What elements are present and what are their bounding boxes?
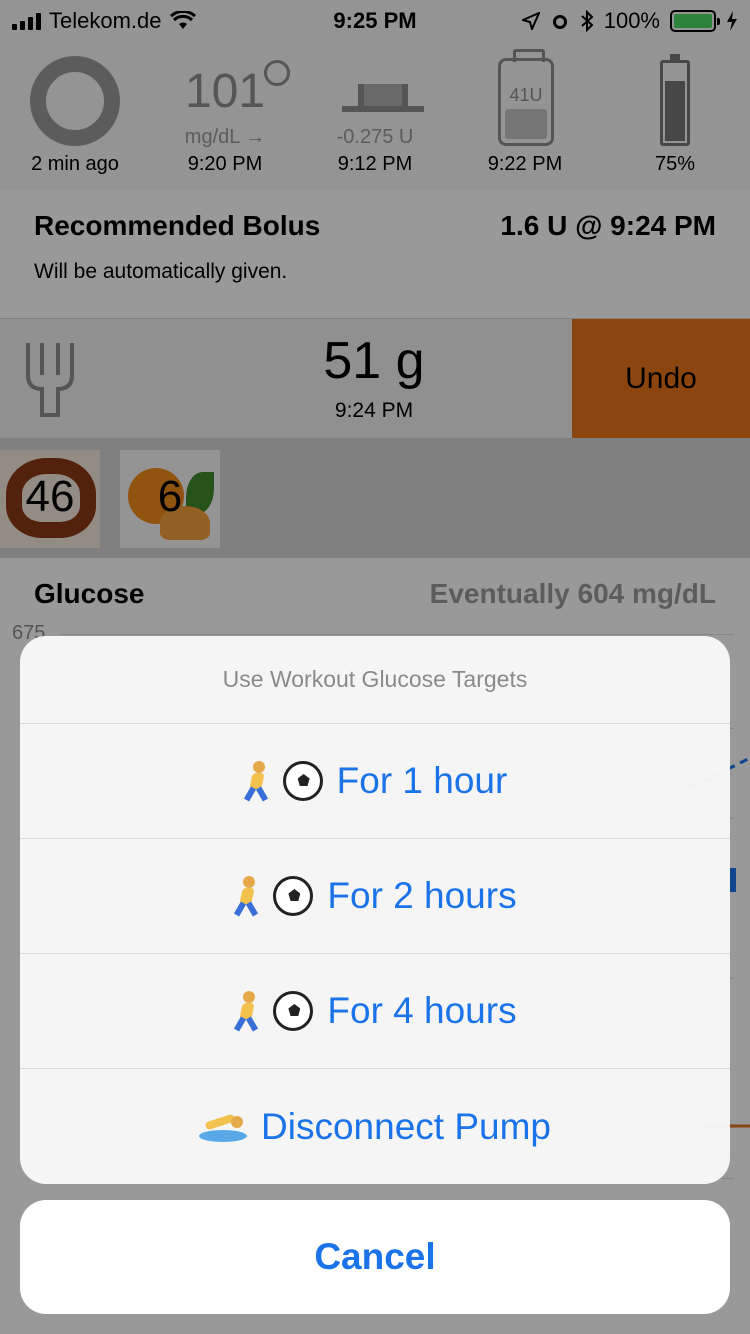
workout-icons — [233, 876, 314, 917]
workout-4-hours-label: For 4 hours — [327, 990, 517, 1031]
swimmer-icon — [199, 1112, 248, 1142]
soccer-ball-icon — [273, 876, 314, 916]
disconnect-pump-label: Disconnect Pump — [261, 1105, 551, 1147]
runner-icon — [233, 991, 263, 1032]
workout-1-hour-label: For 1 hour — [336, 760, 508, 801]
runner-icon — [243, 761, 273, 802]
workout-icons — [233, 991, 314, 1032]
workout-action-sheet: Use Workout Glucose Targets For 1 hour F… — [20, 636, 730, 1184]
disconnect-pump-button[interactable]: Disconnect Pump — [20, 1069, 730, 1184]
workout-2-hours-button[interactable]: For 2 hours — [20, 839, 730, 954]
cancel-button[interactable]: Cancel — [20, 1200, 730, 1314]
runner-icon — [233, 876, 263, 917]
workout-2-hours-label: For 2 hours — [327, 875, 517, 916]
soccer-ball-icon — [273, 991, 314, 1031]
soccer-ball-icon — [282, 761, 323, 801]
action-sheet-title: Use Workout Glucose Targets — [20, 636, 730, 724]
workout-1-hour-button[interactable]: For 1 hour — [20, 724, 730, 839]
workout-4-hours-button[interactable]: For 4 hours — [20, 954, 730, 1069]
workout-icons — [243, 761, 323, 802]
